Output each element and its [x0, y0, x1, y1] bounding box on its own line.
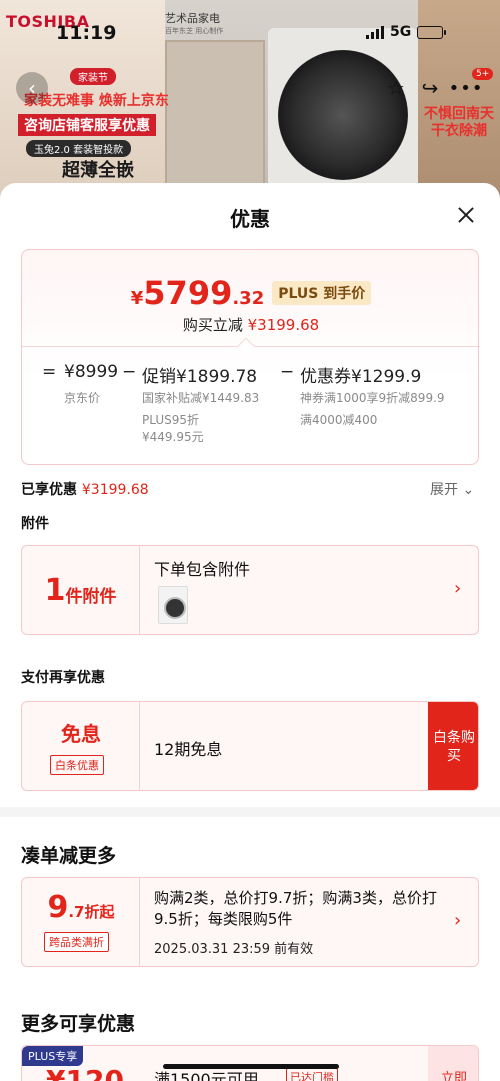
instant-discount: 购买立减 ¥3199.68 — [22, 314, 480, 335]
more-offer-card: PLUS专享 ¥120 满1500元可用 已达门槛 立即 — [21, 1045, 479, 1081]
sheet-title: 优惠 — [230, 207, 270, 231]
home-indicator[interactable] — [163, 1064, 339, 1069]
coupon-value: ¥120 — [46, 1064, 124, 1081]
back-icon[interactable]: ‹ — [16, 72, 48, 104]
bundle-rate-unit: .7折起 — [68, 903, 115, 921]
bundle-discount-rate: 9.7折起 — [22, 890, 140, 925]
accessory-count-number: 1 — [44, 572, 66, 608]
close-icon[interactable] — [454, 203, 478, 227]
jd-price: ¥8999 — [64, 362, 119, 382]
brand-line: 艺术品家电 — [165, 12, 220, 25]
battery-icon — [417, 25, 447, 39]
chevron-right-icon: › — [454, 578, 462, 599]
enjoyed-discount: 已享优惠 ¥3199.68 — [21, 479, 149, 499]
promo-line-3: 玉兔2.0 套装智投款 — [26, 140, 132, 157]
minus-sign-2: − — [280, 362, 295, 382]
accessory-section-title: 附件 — [21, 516, 49, 532]
more-offers-title: 更多可享优惠 — [21, 1013, 136, 1035]
plus-exclusive-tag: PLUS专享 — [22, 1046, 84, 1066]
promo-line-2: 咨询店铺客服享优惠 — [18, 114, 156, 136]
signal-icon — [366, 25, 384, 39]
banner-shelf-image — [165, 40, 265, 190]
share-icon[interactable]: ↪ — [414, 72, 446, 104]
favorite-star-icon[interactable]: ☆ — [380, 72, 412, 104]
interest-free-title: 免息 — [61, 722, 101, 746]
threshold-reached-tag: 已达门槛 — [286, 1068, 338, 1081]
discount-sheet: 优惠 ¥ 5799 .32 PLUS 到手价 购买立减 ¥3199.68 = ¥… — [0, 183, 500, 1081]
price-integer: 5799 — [143, 274, 233, 312]
promo-line-4: 超薄全嵌 — [62, 160, 134, 181]
plus-discount-detail: PLUS95折 — [142, 413, 199, 427]
card-notch — [237, 337, 255, 355]
installment-info: 12期免息 — [154, 740, 223, 759]
bundle-rate-number: 9 — [47, 890, 69, 925]
coupon-detail-2: 满4000减400 — [300, 413, 378, 427]
interest-free-block: 免息 白条优惠 — [22, 702, 140, 790]
minus-sign-1: − — [122, 362, 137, 382]
festival-tag: 家装节 — [70, 68, 116, 85]
subsidy-detail: 国家补贴减¥1449.83 — [142, 391, 260, 405]
coupon-detail-1: 神券满1000享9折减899.9 — [300, 391, 445, 405]
price-breakdown-card: ¥ 5799 .32 PLUS 到手价 购买立减 ¥3199.68 = ¥899… — [21, 249, 480, 465]
accessory-title: 下单包含附件 — [154, 560, 251, 579]
jd-price-label: 京东价 — [64, 391, 101, 405]
instant-discount-label: 购买立减 — [182, 316, 243, 334]
cross-category-tag: 跨品类满折 — [44, 932, 109, 952]
brand-slogan: 百年东芝 用心制作 — [165, 27, 224, 35]
notification-badge: 5+ — [472, 68, 494, 80]
plus-discount-amount: ¥449.95元 — [142, 430, 204, 444]
coupon-amount: 优惠券¥1299.9 — [300, 367, 422, 387]
promo-right-text: 不惧回南天 干衣除潮 — [424, 106, 494, 139]
plus-price-tag: PLUS 到手价 — [272, 281, 372, 305]
currency-symbol: ¥ — [130, 288, 144, 309]
final-price: ¥ 5799 .32 PLUS 到手价 — [22, 274, 480, 312]
promo-amount: 促销¥1899.78 — [142, 367, 258, 387]
instant-discount-value: ¥3199.68 — [247, 316, 320, 334]
bundle-expiry: 2025.03.31 23:59 前有效 — [154, 942, 314, 957]
price-decimal: .32 — [232, 288, 265, 309]
expand-label: 展开 — [430, 482, 458, 498]
claim-button[interactable]: 立即 — [428, 1046, 478, 1081]
section-gap — [0, 807, 500, 817]
baitiao-offer-tag: 白条优惠 — [50, 755, 104, 775]
enjoyed-discount-label: 已享优惠 — [21, 482, 77, 498]
bundle-discount-block: 9.7折起 跨品类满折 — [22, 878, 140, 966]
chevron-down-icon: ⌄ — [462, 482, 475, 498]
bundle-section-title: 凑单减更多 — [21, 845, 117, 867]
baitiao-buy-button[interactable]: 白条购买 — [428, 702, 478, 790]
accessory-count-unit: 件附件 — [65, 586, 117, 607]
washer-door-image — [278, 50, 408, 180]
bundle-offer-card[interactable]: 9.7折起 跨品类满折 购满2类，总价打9.7折；购满3类，总价打9.5折；每类… — [21, 877, 479, 967]
payment-offer-card: 免息 白条优惠 12期免息 白条购买 — [21, 701, 479, 791]
payment-section-title: 支付再享优惠 — [21, 670, 105, 686]
status-icons: 5G — [366, 24, 447, 40]
bundle-rule-text: 购满2类，总价打9.7折；购满3类，总价打9.5折；每类限购5件 — [154, 889, 437, 928]
accessory-thumbnail — [158, 586, 188, 624]
enjoyed-discount-value: ¥3199.68 — [81, 482, 149, 498]
chevron-right-icon: › — [454, 910, 462, 931]
accessory-card[interactable]: 1 件附件 下单包含附件 › — [21, 545, 479, 635]
network-label: 5G — [390, 24, 412, 40]
expand-toggle[interactable]: 展开 ⌄ — [430, 479, 474, 499]
status-time: 11:19 — [56, 22, 117, 44]
accessory-count: 1 件附件 — [22, 546, 140, 634]
equals-sign: = — [42, 362, 57, 382]
